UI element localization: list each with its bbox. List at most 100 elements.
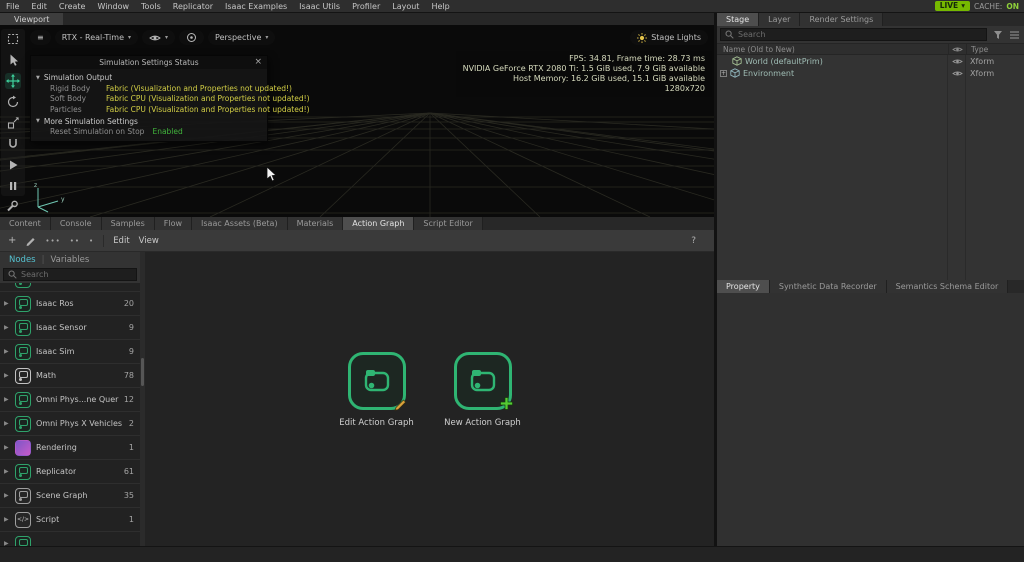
menu-help[interactable]: Help xyxy=(425,2,455,11)
visibility-button[interactable]: ▾ xyxy=(142,30,176,45)
live-button[interactable]: LIVE ▾ xyxy=(934,1,970,11)
subtab-nodes[interactable]: Nodes xyxy=(9,255,36,265)
new-graph-icon[interactable]: + xyxy=(8,235,16,246)
chevron-right-icon[interactable]: ▶ xyxy=(4,516,10,523)
eye-icon[interactable] xyxy=(948,58,966,65)
node-category-row[interactable]: ▶ Scene Graph 35 xyxy=(0,484,140,508)
wrench-icon[interactable] xyxy=(5,199,19,213)
tab-action-graph[interactable]: Action Graph xyxy=(343,217,415,230)
node-category-row-partial[interactable]: ▶ xyxy=(0,283,140,292)
chevron-right-icon[interactable]: ▶ xyxy=(4,444,10,451)
help-button[interactable]: ? xyxy=(691,236,706,246)
column-name-header[interactable]: Name (Old to New) xyxy=(717,45,948,54)
tab-semantics-schema-editor[interactable]: Semantics Schema Editor xyxy=(886,280,1009,293)
chevron-right-icon[interactable]: ▶ xyxy=(4,396,10,403)
node-category-count: 61 xyxy=(123,467,134,476)
select-icon[interactable] xyxy=(5,52,21,68)
stage-tree[interactable]: World (defaultPrim) Xform + Environment xyxy=(717,55,1024,280)
graph-edit-menu[interactable]: Edit xyxy=(113,236,129,246)
renderer-dropdown[interactable]: RTX - Real-Time ▾ xyxy=(54,30,139,45)
filter-icon[interactable] xyxy=(991,30,1004,40)
tab-viewport[interactable]: Viewport xyxy=(0,13,64,25)
node-category-row[interactable]: ▶ Omni Phys...ne Queries 12 xyxy=(0,388,140,412)
node-category-row-partial[interactable]: ▶ xyxy=(0,532,140,546)
expand-icon[interactable]: + xyxy=(720,69,727,77)
node-category-row[interactable]: ▶ Script 1 xyxy=(0,508,140,532)
tab-console[interactable]: Console xyxy=(50,217,102,230)
subtab-variables[interactable]: Variables xyxy=(51,255,90,265)
menu-tools[interactable]: Tools xyxy=(135,2,167,11)
list-scrollbar[interactable] xyxy=(141,357,144,386)
tab-flow[interactable]: Flow xyxy=(154,217,193,230)
viewport-3d[interactable]: ≡ RTX - Real-Time ▾ ▾ Perspective ▾ Stag… xyxy=(0,25,714,217)
action-graph-canvas[interactable]: Edit Action Graph New Action Graph xyxy=(145,252,714,546)
node-category-row[interactable]: ▶ Omni Phys X Vehicles 2 xyxy=(0,412,140,436)
stage-row-world[interactable]: World (defaultPrim) Xform xyxy=(717,55,1024,67)
chevron-right-icon[interactable]: ▶ xyxy=(4,348,10,355)
tab-samples[interactable]: Samples xyxy=(101,217,155,230)
options-dots-icon[interactable]: • xyxy=(89,237,94,245)
menu-replicator[interactable]: Replicator xyxy=(167,2,219,11)
stage-lights-button[interactable]: Stage Lights xyxy=(630,30,708,45)
menu-create[interactable]: Create xyxy=(53,2,92,11)
tab-script-editor[interactable]: Script Editor xyxy=(414,217,483,230)
menu-layout[interactable]: Layout xyxy=(386,2,425,11)
tab-property[interactable]: Property xyxy=(717,280,770,293)
node-category-row[interactable]: ▶ Replicator 61 xyxy=(0,460,140,484)
scale-icon[interactable] xyxy=(5,115,21,131)
tab-stage[interactable]: Stage xyxy=(717,13,760,26)
node-category-row[interactable]: ▶ Rendering 1 xyxy=(0,436,140,460)
eye-icon[interactable] xyxy=(948,70,966,77)
menu-file[interactable]: File xyxy=(0,2,25,11)
tab-isaac-assets[interactable]: Isaac Assets (Beta) xyxy=(192,217,288,230)
node-category-list[interactable]: ▶ ▶ Isaac Ros 20 ▶ Isaac Sensor 9 xyxy=(0,283,140,546)
tab-render-settings[interactable]: Render Settings xyxy=(800,13,884,26)
tab-content[interactable]: Content xyxy=(0,217,51,230)
stage-search-input[interactable]: Search xyxy=(720,28,987,41)
chevron-right-icon[interactable]: ▶ xyxy=(4,468,10,475)
options-dots-icon[interactable]: ••• xyxy=(45,237,60,245)
stage-row-environment[interactable]: + Environment Xform xyxy=(717,67,1024,79)
column-type-header[interactable]: Type xyxy=(966,44,1024,54)
menu-profiler[interactable]: Profiler xyxy=(346,2,386,11)
node-category-row[interactable]: ▶ Isaac Ros 20 xyxy=(0,292,140,316)
play-icon[interactable] xyxy=(5,157,21,173)
node-category-row[interactable]: ▶ Math 78 xyxy=(0,364,140,388)
viewport-menu-button[interactable]: ≡ xyxy=(30,30,51,45)
camera-dropdown[interactable]: Perspective ▾ xyxy=(208,30,276,45)
node-search-input[interactable]: Search xyxy=(3,268,137,281)
chevron-right-icon[interactable]: ▶ xyxy=(4,492,10,499)
node-category-row[interactable]: ▶ Isaac Sensor 9 xyxy=(0,316,140,340)
sim-section-more[interactable]: ▼ More Simulation Settings xyxy=(31,115,267,127)
graph-view-menu[interactable]: View xyxy=(139,236,159,246)
node-category-row[interactable]: ▶ Isaac Sim 9 xyxy=(0,340,140,364)
menu-edit[interactable]: Edit xyxy=(25,2,53,11)
move-icon[interactable] xyxy=(5,73,21,89)
menubar: File Edit Create Window Tools Replicator… xyxy=(0,0,1024,13)
menu-isaac-examples[interactable]: Isaac Examples xyxy=(219,2,293,11)
chevron-right-icon[interactable]: ▶ xyxy=(4,324,10,331)
pause-icon[interactable] xyxy=(5,178,21,194)
edit-graph-icon[interactable] xyxy=(25,235,36,246)
edit-action-graph-button[interactable]: Edit Action Graph xyxy=(332,352,422,428)
new-action-graph-button[interactable]: New Action Graph xyxy=(438,352,528,428)
chevron-right-icon[interactable]: ▶ xyxy=(4,300,10,307)
close-icon[interactable]: × xyxy=(254,56,262,69)
capture-button[interactable] xyxy=(179,30,205,45)
sim-section-output[interactable]: ▼ Simulation Output xyxy=(31,71,267,83)
sim-panel-titlebar[interactable]: Simulation Settings Status × xyxy=(31,56,267,69)
live-dropdown-icon[interactable]: ▾ xyxy=(961,2,965,10)
stage-options-icon[interactable] xyxy=(1008,30,1021,39)
chevron-right-icon[interactable]: ▶ xyxy=(4,372,10,379)
tab-layer[interactable]: Layer xyxy=(759,13,801,26)
options-dots-icon[interactable]: •• xyxy=(70,237,80,245)
tab-materials[interactable]: Materials xyxy=(287,217,344,230)
menu-window[interactable]: Window xyxy=(91,2,135,11)
region-select-icon[interactable] xyxy=(5,31,21,47)
visibility-column-header[interactable] xyxy=(948,44,966,54)
rotate-icon[interactable] xyxy=(5,94,21,110)
snap-icon[interactable] xyxy=(5,136,21,152)
chevron-right-icon[interactable]: ▶ xyxy=(4,420,10,427)
tab-synthetic-data-recorder[interactable]: Synthetic Data Recorder xyxy=(769,280,887,293)
menu-isaac-utils[interactable]: Isaac Utils xyxy=(293,2,346,11)
